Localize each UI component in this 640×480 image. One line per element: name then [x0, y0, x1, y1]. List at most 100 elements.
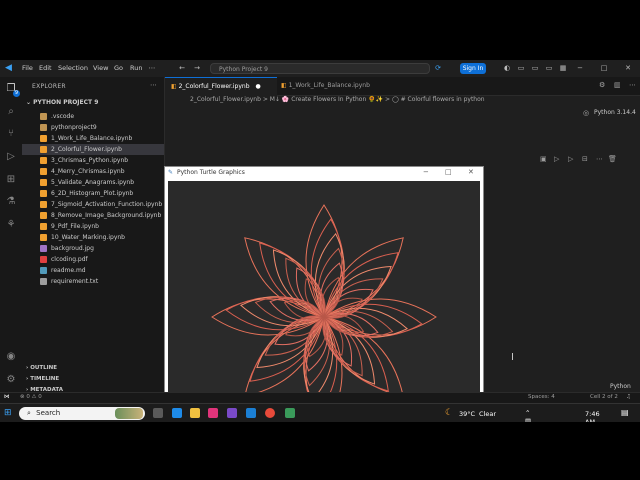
cell-indicator[interactable]: Cell 2 of 2 [590, 394, 618, 400]
testing-icon[interactable]: ⚗ [5, 196, 17, 208]
file-item[interactable]: 6_2D_Histogram_Plot.ipynb [22, 188, 164, 199]
maximize-window-button[interactable]: □ [600, 64, 608, 72]
menu-go[interactable]: Go [114, 64, 123, 72]
file-item[interactable]: .vscode [22, 111, 164, 122]
edge-icon[interactable] [172, 408, 182, 418]
tab-work-life-balance[interactable]: ◧ 1_Work_Life_Balance.ipynb [275, 77, 376, 95]
delete-cell-icon[interactable]: 🗑 [608, 155, 617, 163]
file-item[interactable]: 4_Merry_Chrismas.ipynb [22, 166, 164, 177]
search-icon[interactable]: ⌕ [5, 106, 17, 118]
python-turtle-icon[interactable] [285, 408, 295, 418]
file-item[interactable]: 5_Validate_Anagrams.ipynb [22, 177, 164, 188]
indentation-indicator[interactable]: Spaces: 4 [528, 394, 555, 400]
notifications-bell-icon[interactable]: ♫ [626, 394, 631, 400]
sign-in-button[interactable]: Sign In [460, 63, 486, 74]
toggle-sidebar-icon[interactable]: ▭ [517, 64, 525, 72]
file-item[interactable]: 8_Remove_Image_Background.ipynb [22, 210, 164, 221]
file-item[interactable]: 1_Work_Life_Balance.ipynb [22, 133, 164, 144]
run-all-icon[interactable]: ⚙ [599, 81, 605, 89]
social-app-icon[interactable] [208, 408, 218, 418]
remote-icon[interactable]: ⋈ [4, 394, 10, 400]
cell-toolbar: ▣ ▷ ▷ ⊟ ⋯ 🗑 [538, 155, 618, 166]
windows-start-icon[interactable]: ⊞ [4, 408, 14, 418]
problems-indicator[interactable]: ⊗ 0 ⚠ 0 [20, 394, 42, 400]
more-actions-icon[interactable]: ⋯ [629, 81, 636, 89]
vscode-taskbar-icon[interactable] [246, 408, 256, 418]
customize-layout-icon[interactable]: ▦ [559, 64, 567, 72]
python-icon[interactable]: ⚘ [5, 219, 17, 231]
minimize-window-button[interactable]: − [576, 64, 584, 72]
chrome-icon[interactable] [265, 408, 275, 418]
more-icon[interactable]: ⋯ [596, 155, 603, 163]
extensions-icon[interactable]: ⊞ [5, 174, 17, 186]
more-actions-icon[interactable]: ⋯ [150, 81, 157, 89]
file-item[interactable]: 2_Colorful_Flower.ipynb [22, 144, 164, 155]
file-label: 2_Colorful_Flower.ipynb [51, 146, 122, 153]
turtle-maximize-button[interactable]: □ [445, 168, 452, 176]
language-mode[interactable]: Python [610, 383, 631, 390]
account-icon[interactable]: ◉ [5, 351, 17, 363]
kernel-picker[interactable]: Python 3.14.4 [594, 109, 636, 116]
turtle-minimize-button[interactable]: − [423, 168, 429, 176]
unsaved-dot-icon[interactable]: ● [255, 83, 260, 90]
forward-arrow-icon[interactable]: → [193, 64, 201, 72]
file-icon [40, 168, 47, 175]
menu-view[interactable]: View [93, 64, 108, 72]
file-item[interactable]: backgroud.jpg [22, 243, 164, 254]
settings-gear-icon[interactable]: ⚙ [5, 374, 17, 386]
toggle-secondary-sidebar-icon[interactable]: ▭ [545, 64, 553, 72]
tray-icons[interactable]: ⌃ ▤ ☁ ◉ ▭ ◎ ◐ [525, 409, 532, 422]
breadcrumb[interactable]: 2_Colorful_Flower.ipynb > M↓ 🌸 Create Fl… [190, 96, 485, 103]
run-cell-icon[interactable]: ▷ [554, 155, 559, 163]
run-above-icon[interactable]: ▣ [540, 155, 547, 163]
file-label: 4_Merry_Chrismas.ipynb [51, 168, 125, 175]
status-bar: ⋈ ⊗ 0 ⚠ 0 Spaces: 4 Cell 2 of 2 ♫ [0, 392, 640, 403]
command-center[interactable]: Python Project 9 [210, 63, 430, 74]
split-cell-icon[interactable]: ⊟ [582, 155, 588, 163]
split-editor-icon[interactable]: ▥ [614, 81, 621, 89]
outline-section[interactable]: › OUTLINE [26, 365, 57, 371]
file-item[interactable]: requirement.txt [22, 276, 164, 287]
accounts-icon[interactable]: ◐ [503, 64, 511, 72]
project-folder-header[interactable]: ⌄ PYTHON PROJECT 9 [26, 99, 98, 106]
file-label: readme.md [51, 267, 86, 274]
teams-icon[interactable] [227, 408, 237, 418]
tab-colorful-flower[interactable]: ◧ 2_Colorful_Flower.ipynb ● [165, 77, 277, 96]
more-menu-icon[interactable]: ⋯ [148, 64, 156, 72]
file-explorer-icon[interactable] [190, 408, 200, 418]
copilot-icon[interactable]: ⟳ [434, 64, 442, 72]
menu-selection[interactable]: Selection [58, 64, 88, 72]
file-label: pythonproject9 [51, 124, 97, 131]
taskbar-search[interactable]: ⌕ Search [19, 407, 145, 420]
close-window-button[interactable]: ✕ [624, 64, 632, 72]
menu-edit[interactable]: Edit [39, 64, 52, 72]
clock[interactable]: 7:46 AM [585, 410, 600, 422]
timeline-section[interactable]: › TIMELINE [26, 376, 59, 382]
windows-taskbar: ⊞ ⌕ Search ☾ 39°C Clear ⌃ ▤ ☁ ◉ ▭ ◎ ◐ 7:… [0, 403, 640, 422]
notification-icon[interactable]: ▤ [621, 408, 629, 417]
toggle-panel-icon[interactable]: ▭ [531, 64, 539, 72]
file-item[interactable]: 9_Pdf_File.ipynb [22, 221, 164, 232]
file-item[interactable]: pythonproject9 [22, 122, 164, 133]
menu-run[interactable]: Run [130, 64, 142, 72]
file-item[interactable]: readme.md [22, 265, 164, 276]
weather-temp[interactable]: 39°C [459, 410, 475, 418]
file-item[interactable]: clcoding.pdf [22, 254, 164, 265]
feather-icon: ✎ [168, 169, 174, 176]
command-center-label: Python Project 9 [219, 66, 268, 73]
file-item[interactable]: 10_Water_Marking.ipynb [22, 232, 164, 243]
run-debug-icon[interactable]: ▷ [5, 151, 17, 163]
file-item[interactable]: 7_Sigmoid_Activation_Function.ipynb [22, 199, 164, 210]
source-control-icon[interactable]: ⑂ [5, 128, 17, 140]
run-below-icon[interactable]: ▷ [568, 155, 573, 163]
notebook-icon: ◧ [171, 83, 177, 90]
turtle-close-button[interactable]: ✕ [468, 168, 474, 176]
task-view-icon[interactable] [153, 408, 163, 418]
turtle-graphics-window: ✎ Python Turtle Graphics − □ ✕ [164, 166, 484, 422]
weather-desc[interactable]: Clear [479, 410, 496, 418]
turtle-window-title: Python Turtle Graphics [177, 169, 245, 176]
back-arrow-icon[interactable]: ← [178, 64, 186, 72]
file-item[interactable]: 3_Chrismas_Python.ipynb [22, 155, 164, 166]
explorer-badge: 9 [13, 90, 20, 97]
menu-file[interactable]: File [22, 64, 33, 72]
